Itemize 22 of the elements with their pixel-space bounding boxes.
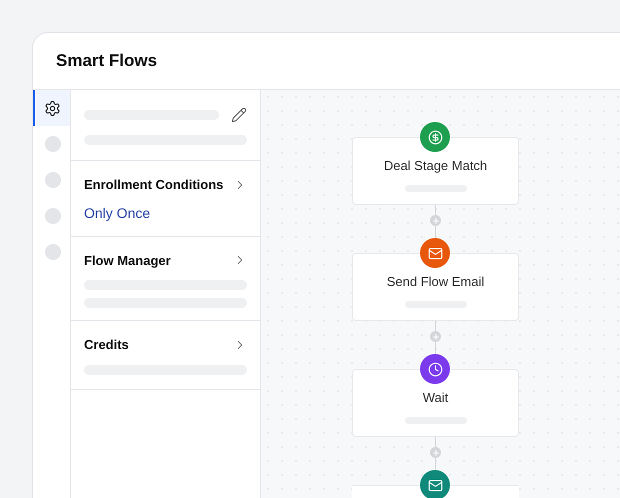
add-step-button[interactable]	[430, 447, 441, 458]
add-step-button[interactable]	[430, 215, 441, 226]
settings-icon	[44, 100, 61, 116]
clock-icon	[428, 362, 442, 376]
mail-icon	[428, 246, 442, 260]
edit-icon[interactable]	[231, 107, 247, 123]
section-value: Only Once	[84, 204, 152, 223]
node-title: Deal Stage Match	[384, 156, 488, 175]
flow-node-card[interactable]: Deal Stage Match	[352, 137, 519, 205]
flow-node-card[interactable]	[352, 470, 519, 498]
node-title: Send Flow Email	[386, 272, 484, 290]
rail-item[interactable]	[33, 90, 70, 126]
section-title: Enrollment Conditions	[84, 176, 224, 194]
section-title: Flow Manager	[84, 252, 171, 270]
flow-node-card[interactable]: Wait	[352, 369, 519, 437]
node-title: Wait	[422, 388, 448, 406]
section-title: Credits	[84, 336, 129, 354]
flow-node-card[interactable]: Send Flow Email	[352, 253, 519, 321]
window-title: Smart Flows	[56, 50, 158, 72]
mail-icon	[428, 478, 442, 492]
dollar-icon	[428, 130, 442, 144]
add-step-button[interactable]	[430, 331, 441, 342]
